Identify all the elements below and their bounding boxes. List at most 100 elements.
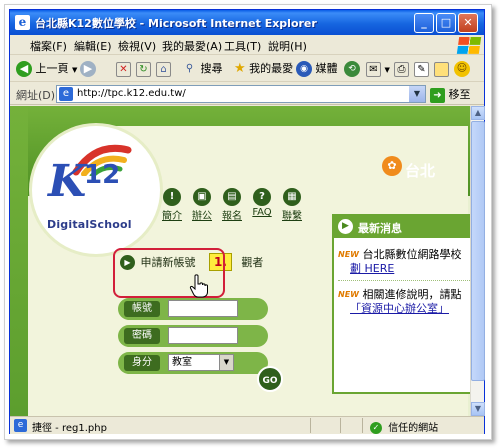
scroll-up-icon[interactable]: ▲ (471, 106, 485, 120)
nav-register[interactable]: ▤ 報名 (220, 188, 244, 222)
status-page-icon: e (14, 419, 27, 432)
messenger-button[interactable]: ☺ (454, 60, 470, 78)
go-button[interactable]: ➜ 移至 (430, 86, 471, 103)
news-item-link[interactable]: 「資源中心辦公室」 (350, 302, 449, 315)
nav-intro[interactable]: ! 簡介 (160, 188, 184, 222)
mail-button[interactable]: ✉ ▼ (366, 60, 390, 78)
menu-bar: 檔案(F) 編輯(E) 檢視(V) 我的最愛(A) 工具(T) 說明(H) (10, 35, 484, 55)
menu-favorites[interactable]: 我的最愛(A) (162, 38, 222, 54)
favorites-label: 我的最愛 (249, 62, 294, 75)
search-icon: ⚲ (185, 62, 194, 74)
address-bar: 網址(D) e http://tpc.k12.edu.tw/ ▼ ➜ 移至 (10, 83, 484, 105)
stop-button[interactable]: ✕ (116, 60, 131, 78)
menu-file[interactable]: 檔案(F) (30, 38, 67, 54)
media-button[interactable]: ◉ 媒體 (296, 60, 338, 78)
history-button[interactable]: ⟲ (344, 60, 360, 78)
menu-view[interactable]: 檢視(V) (118, 38, 156, 54)
password-input[interactable] (168, 327, 238, 344)
minimize-button[interactable]: _ (414, 13, 434, 33)
forward-button[interactable]: ▶ (80, 60, 96, 78)
vertical-scrollbar[interactable]: ▲ ▼ (470, 106, 485, 416)
title-bar[interactable]: e 台北縣K12數位學校 - Microsoft Internet Explor… (10, 10, 484, 35)
menu-help[interactable]: 說明(H) (268, 38, 307, 54)
scroll-thumb[interactable] (471, 121, 485, 381)
nav-office[interactable]: ▣ 辦公 (190, 188, 214, 222)
scroll-down-icon[interactable]: ▼ (471, 402, 485, 416)
back-button[interactable]: ◀ 上一頁 ▼ (16, 60, 77, 78)
nav-contact[interactable]: ▦ 聯繫 (280, 188, 304, 222)
logo-number: 12 (84, 160, 121, 190)
media-icon: ◉ (296, 61, 312, 77)
news-item[interactable]: NEW 台北縣數位網路學校 劃 HERE (338, 248, 461, 276)
address-url: http://tpc.k12.edu.tw/ (77, 88, 186, 99)
address-input[interactable]: e http://tpc.k12.edu.tw/ ▼ (56, 85, 426, 103)
history-icon: ⟲ (344, 61, 360, 77)
logo-subtitle: DigitalSchool (47, 218, 132, 231)
info-icon: ! (163, 188, 181, 206)
edit-page-button[interactable]: ✎ (414, 60, 429, 78)
zone-label: 信任的網站 (388, 423, 439, 434)
brand-text: 台北 (405, 162, 436, 180)
guest-link[interactable]: 觀者 (241, 256, 263, 269)
select-dropdown-icon: ▼ (219, 355, 233, 370)
login-go-button[interactable]: GO (257, 366, 283, 392)
browser-window: e 台北縣K12數位學校 - Microsoft Internet Explor… (9, 9, 485, 434)
home-icon: ⌂ (156, 61, 171, 77)
identity-select[interactable]: 教室 ▼ (168, 354, 234, 371)
news-title: 最新消息 (358, 222, 402, 235)
news-divider (338, 280, 470, 281)
go-arrow-icon: ➜ (430, 87, 445, 103)
brand-logo-icon: ✿ (382, 156, 402, 176)
news-arrow-icon: ▶ (338, 219, 353, 234)
messenger-icon: ☺ (454, 61, 470, 77)
print-button[interactable]: ⎙ (394, 60, 409, 78)
question-icon: ? (253, 188, 271, 206)
discuss-icon (434, 61, 449, 77)
page-icon: e (59, 87, 73, 101)
password-label: 密碼 (124, 328, 160, 344)
refresh-button[interactable]: ↻ (136, 60, 151, 78)
nav-register-label: 報名 (222, 211, 242, 222)
left-band (10, 106, 28, 416)
account-input[interactable] (168, 300, 238, 317)
print-icon: ⎙ (394, 61, 409, 77)
mail-dropdown-icon: ▼ (384, 66, 390, 74)
forward-arrow-icon: ▶ (80, 61, 96, 77)
new-tag: NEW (338, 290, 359, 299)
page-content: K 12 DigitalSchool ✿ 台北 ! 簡介 ▣ 辦公 ▤ 報名 ?… (10, 106, 470, 416)
identity-value: 教室 (172, 357, 192, 368)
maximize-button[interactable]: □ (436, 13, 456, 33)
trusted-check-icon: ✓ (370, 422, 382, 434)
lock-icon: ▣ (193, 188, 211, 206)
favorites-button[interactable]: ★ 我的最愛 (234, 60, 293, 78)
news-panel: ▶ 最新消息 NEW 台北縣數位網路學校 劃 HERE NEW 相關進修說明，請… (332, 214, 470, 394)
status-divider (340, 418, 341, 433)
ie-icon: e (15, 15, 30, 30)
favorites-star-icon: ★ (234, 61, 246, 76)
menu-tools[interactable]: 工具(T) (224, 38, 261, 54)
news-item[interactable]: NEW 相關進修說明，請點 「資源中心辦公室」 (338, 288, 461, 316)
home-button[interactable]: ⌂ (156, 60, 171, 78)
nav-faq[interactable]: ? FAQ (250, 188, 274, 218)
status-text: 捷徑 - reg1.php (32, 423, 107, 434)
close-button[interactable]: ✕ (458, 13, 478, 33)
account-label: 帳號 (124, 301, 160, 317)
hand-cursor-icon (189, 274, 208, 298)
windows-logo-icon (456, 37, 482, 54)
address-dropdown-icon[interactable]: ▼ (409, 86, 425, 102)
edit-page-icon: ✎ (414, 61, 429, 77)
discuss-button[interactable] (434, 60, 449, 78)
mail-icon: ✉ (366, 61, 381, 77)
news-item-link[interactable]: 劃 HERE (350, 262, 394, 275)
nav-faq-label: FAQ (252, 207, 272, 218)
new-tag: NEW (338, 250, 359, 259)
news-item-text: 台北縣數位網路學校 (362, 248, 462, 261)
address-label: 網址(D) (16, 89, 56, 102)
search-button[interactable]: ⚲ 搜尋 (182, 60, 223, 78)
refresh-icon: ↻ (136, 61, 151, 77)
menu-edit[interactable]: 編輯(E) (74, 38, 112, 54)
security-zone: ✓ 信任的網站 (370, 419, 438, 434)
search-label: 搜尋 (200, 62, 223, 75)
stop-icon: ✕ (116, 61, 131, 77)
news-item-text: 相關進修說明，請點 (362, 288, 462, 301)
